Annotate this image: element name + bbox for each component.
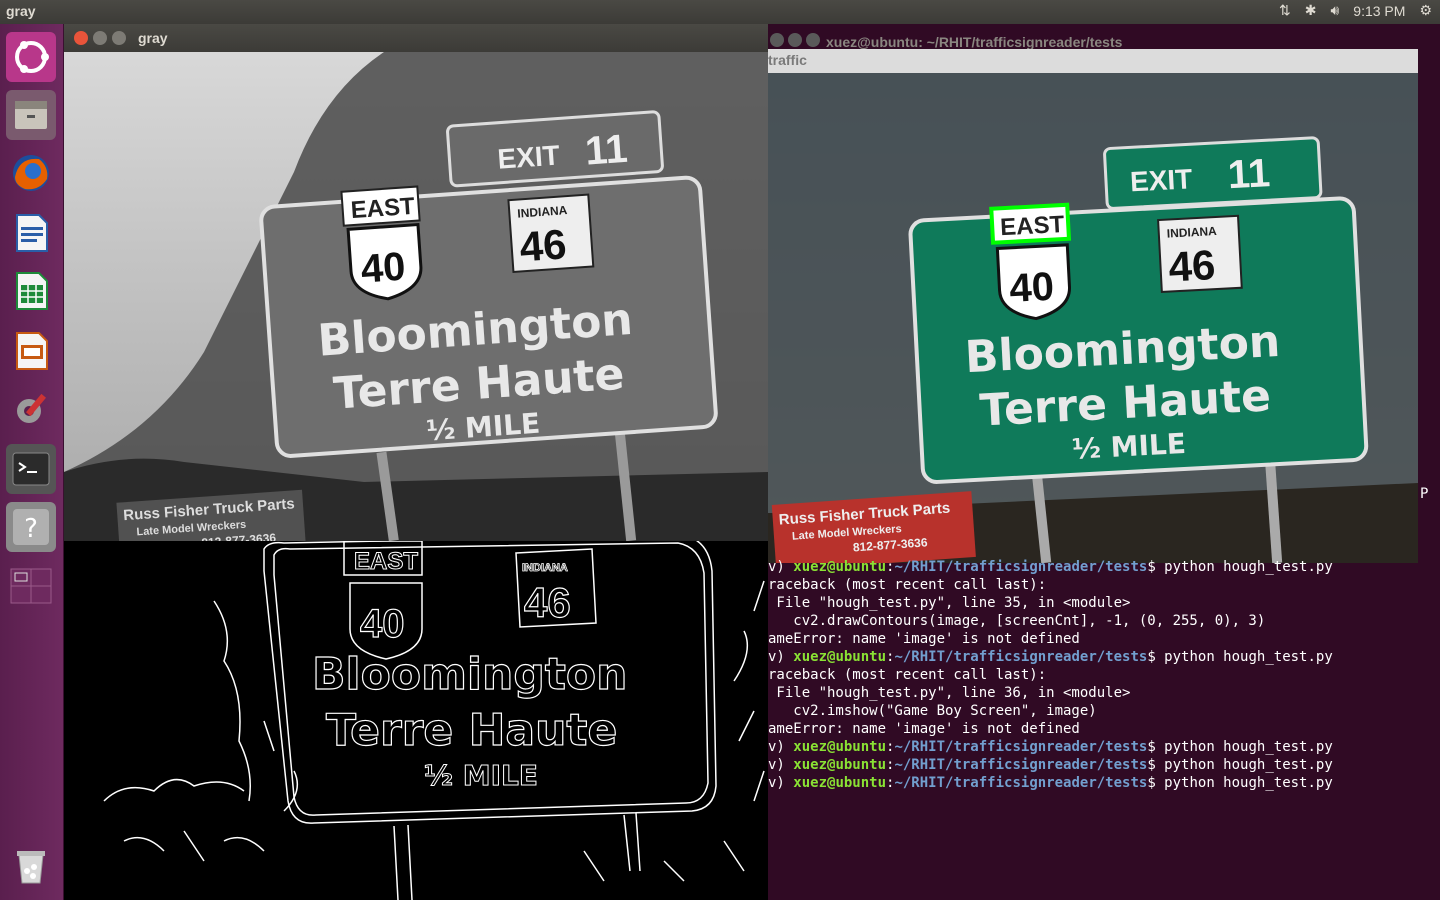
prompt-command: $ python hough_test.py: [1147, 757, 1333, 773]
svg-text:?: ?: [24, 514, 38, 544]
terminal-output-line: raceback (most recent call last):: [768, 667, 1047, 683]
prompt-prefix: v): [768, 775, 794, 791]
color-sign-state-text: INDIANA: [1166, 224, 1217, 241]
canny-edge-image: EAST 40 INDIANA 46 Bloomington Terre Hau…: [64, 541, 768, 900]
terminal-title: xuez@ubuntu: ~/RHIT/trafficsignreader/te…: [826, 34, 1123, 50]
launcher: ?: [0, 24, 64, 900]
maximize-button[interactable]: [112, 31, 126, 45]
sign-us-route: 40: [359, 245, 406, 292]
edge-line1: Bloomington: [312, 649, 627, 700]
active-app-title: gray: [6, 3, 36, 19]
terminal-icon[interactable]: [6, 444, 56, 494]
trash-icon[interactable]: [6, 840, 56, 890]
terminal-output-line: ameError: name 'image' is not defined: [768, 631, 1080, 647]
prompt-command: $ python hough_test.py: [1147, 775, 1333, 791]
prompt-command: $ python hough_test.py: [1147, 739, 1333, 755]
terminal-window[interactable]: xuez@ubuntu: ~/RHIT/trafficsignreader/te…: [768, 24, 1440, 900]
traffic-window-title: traffic: [768, 52, 807, 68]
grayscale-sign-image: EXIT 11 EAST 40 INDIANA 46 Bloomington T…: [64, 52, 768, 541]
terminal-prompt-line: v) xuez@ubuntu:~/RHIT/trafficsignreader/…: [768, 648, 1440, 666]
gear-icon[interactable]: ⚙: [1419, 2, 1432, 19]
gray-window: gray EXIT 11 EAST 40 INDIANA 46 Blooming…: [64, 24, 768, 900]
prompt-prefix: v): [768, 649, 794, 665]
prompt-user: xuez@ubuntu: [793, 559, 887, 575]
prompt-path: ~/RHIT/trafficsignreader/tests: [894, 559, 1148, 575]
clock[interactable]: 9:13 PM: [1353, 3, 1405, 19]
edge-state-route: 46: [524, 579, 571, 626]
terminal-output-line: cv2.imshow("Game Boy Screen", image): [768, 703, 1097, 719]
sign-exit-text: EXIT: [496, 140, 560, 175]
color-sign-state-route: 46: [1167, 241, 1216, 290]
terminal-prompt-line: v) xuez@ubuntu:~/RHIT/trafficsignreader/…: [768, 774, 1440, 792]
ubuntu-dash-icon[interactable]: [6, 32, 56, 82]
prompt-path: ~/RHIT/trafficsignreader/tests: [894, 775, 1148, 791]
volume-icon[interactable]: 🔊︎: [1330, 2, 1339, 19]
terminal-output[interactable]: v) xuez@ubuntu:~/RHIT/trafficsignreader/…: [768, 558, 1440, 792]
prompt-command: $ python hough_test.py: [1147, 559, 1333, 575]
impress-icon[interactable]: [6, 326, 56, 376]
prompt-command: $ python hough_test.py: [1147, 649, 1333, 665]
sign-exit-number: 11: [584, 127, 629, 174]
calc-icon[interactable]: [6, 266, 56, 316]
color-sign-image: EXIT 11 EAST 40 INDIANA 46 Bloomington T…: [768, 73, 1418, 563]
edge-distance: ½ MILE: [424, 759, 538, 792]
terminal-output-line: File "hough_test.py", line 36, in <modul…: [768, 685, 1131, 701]
terminal-minimize-button[interactable]: [788, 33, 802, 47]
terminal-prompt-line: v) xuez@ubuntu:~/RHIT/trafficsignreader/…: [768, 558, 1440, 576]
prompt-prefix: v): [768, 559, 794, 575]
edge-east-text: EAST: [354, 548, 418, 575]
edge-us-route: 40: [360, 602, 405, 646]
color-sign-exit-text: EXIT: [1129, 163, 1193, 197]
terminal-prompt-line: v) xuez@ubuntu:~/RHIT/trafficsignreader/…: [768, 756, 1440, 774]
terminal-output-line: raceback (most recent call last):: [768, 577, 1047, 593]
terminal-close-button[interactable]: [770, 33, 784, 47]
indicator-area: ⇅ ✱ 🔊︎ 9:13 PM ⚙: [1279, 2, 1432, 19]
sign-state-route: 46: [518, 220, 568, 270]
prompt-prefix: v): [768, 757, 794, 773]
workspace-switcher-icon[interactable]: [6, 560, 56, 610]
edge-line2: Terre Haute: [326, 705, 617, 756]
color-sign-east-text: EAST: [1000, 211, 1066, 241]
terminal-stray-char: P: [1420, 486, 1429, 502]
close-button[interactable]: [74, 31, 88, 45]
bluetooth-icon[interactable]: ✱: [1305, 2, 1317, 19]
color-sign-distance: ½ MILE: [1071, 427, 1187, 466]
prompt-user: xuez@ubuntu: [793, 757, 887, 773]
prompt-user: xuez@ubuntu: [793, 775, 887, 791]
terminal-output-line: cv2.drawContours(image, [screenCnt], -1,…: [768, 613, 1266, 629]
terminal-maximize-button[interactable]: [806, 33, 820, 47]
gray-window-title: gray: [138, 30, 168, 46]
firefox-icon[interactable]: [6, 148, 56, 198]
prompt-user: xuez@ubuntu: [793, 739, 887, 755]
terminal-output-line: ameError: name 'image' is not defined: [768, 721, 1080, 737]
files-icon[interactable]: [6, 90, 56, 140]
traffic-window: traffic EXIT 11 EAST 40 INDIANA 46 Bloom…: [768, 49, 1418, 563]
settings-icon[interactable]: [6, 384, 56, 434]
color-sign-exit-number: 11: [1227, 151, 1272, 197]
help-icon[interactable]: ?: [6, 502, 56, 552]
gray-window-titlebar[interactable]: gray: [64, 24, 768, 52]
sign-east-text: EAST: [350, 193, 416, 224]
prompt-user: xuez@ubuntu: [793, 649, 887, 665]
color-sign-us-route: 40: [1008, 265, 1055, 311]
top-panel: gray ⇅ ✱ 🔊︎ 9:13 PM ⚙: [0, 0, 1440, 24]
prompt-path: ~/RHIT/trafficsignreader/tests: [894, 757, 1148, 773]
writer-icon[interactable]: [6, 208, 56, 258]
minimize-button[interactable]: [93, 31, 107, 45]
terminal-output-line: File "hough_test.py", line 35, in <modul…: [768, 595, 1131, 611]
edge-state-text: INDIANA: [522, 562, 568, 574]
terminal-prompt-line: v) xuez@ubuntu:~/RHIT/trafficsignreader/…: [768, 738, 1440, 756]
prompt-prefix: v): [768, 739, 794, 755]
traffic-window-titlebar[interactable]: traffic: [768, 49, 1418, 73]
prompt-path: ~/RHIT/trafficsignreader/tests: [894, 739, 1148, 755]
prompt-path: ~/RHIT/trafficsignreader/tests: [894, 649, 1148, 665]
network-icon[interactable]: ⇅: [1279, 2, 1291, 19]
